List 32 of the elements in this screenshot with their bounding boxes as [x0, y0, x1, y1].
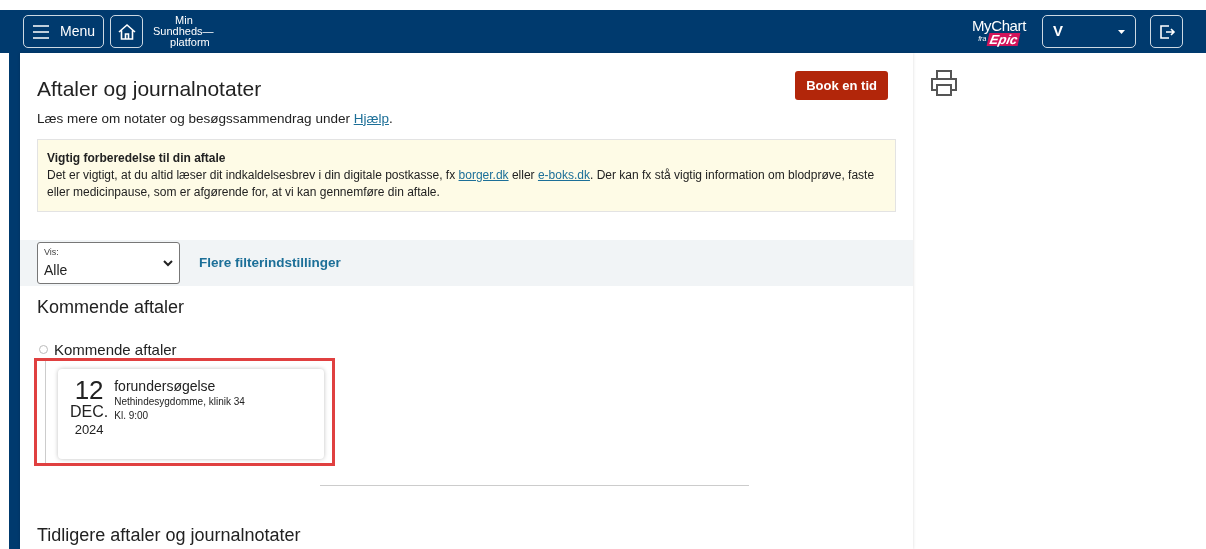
brand-logo[interactable]: Min Sundheds— platform: [153, 15, 214, 48]
book-button[interactable]: Book en tid: [795, 71, 888, 100]
appointment-title: forundersøgelse: [114, 377, 217, 395]
date-month: DEC.: [70, 403, 109, 421]
notice-link[interactable]: e-boks.dk: [537, 167, 590, 182]
appointment-location: Nethindesygdomme, klinik 34: [114, 395, 245, 409]
group-heading: Kommende aftaler: [54, 339, 177, 360]
print-icon: [929, 69, 959, 97]
notice-text: Det er vigtigt, at du altid læser dit indkaldelsesbrev i din digitale postkasse, fx borger.dk eller e-boks.dk. Der kan fx stå vigtig information om blodprøve, faste eller medicinpause, som er afgørende for, at vi kan gennemføre din aftale.: [47, 166, 876, 201]
menu-button[interactable]: Menu: [23, 15, 105, 48]
section-heading: Tidligere aftaler og journalnotater: [37, 524, 302, 547]
intro-text: Læs mere om notater og besøgssammendrag under Hjælp.: [37, 109, 394, 128]
logout-button[interactable]: [1150, 15, 1183, 48]
home-button[interactable]: [110, 15, 144, 48]
appointment-card[interactable]: 12 DEC. 2024 forundersøgelse Nethindesygdomme, klinik 34 Kl. 9:00: [58, 369, 324, 459]
section-heading: Kommende aftaler: [37, 295, 186, 319]
notice-link[interactable]: borger.dk: [458, 167, 509, 182]
appointment-time: Kl. 9:00: [114, 409, 150, 422]
notice-title: Vigtig forberedelse til din aftale: [47, 149, 227, 167]
home-icon: [116, 22, 137, 41]
chevron-icon: [163, 260, 173, 268]
show-dropdown[interactable]: Vis: Alle: [37, 241, 180, 284]
help-link[interactable]: Hjælp: [353, 110, 389, 126]
date-year: 2024: [74, 421, 104, 438]
caret-icon: [1118, 29, 1125, 34]
print-button[interactable]: [929, 69, 959, 97]
account-dropdown[interactable]: V: [1042, 15, 1136, 48]
logout-icon: [1157, 22, 1176, 41]
menu-icon: [32, 23, 50, 40]
date-day: 12: [74, 377, 104, 403]
page-title: Aftaler og journalnotater: [37, 76, 262, 102]
filter-link[interactable]: Flere filterindstillinger: [199, 252, 341, 273]
